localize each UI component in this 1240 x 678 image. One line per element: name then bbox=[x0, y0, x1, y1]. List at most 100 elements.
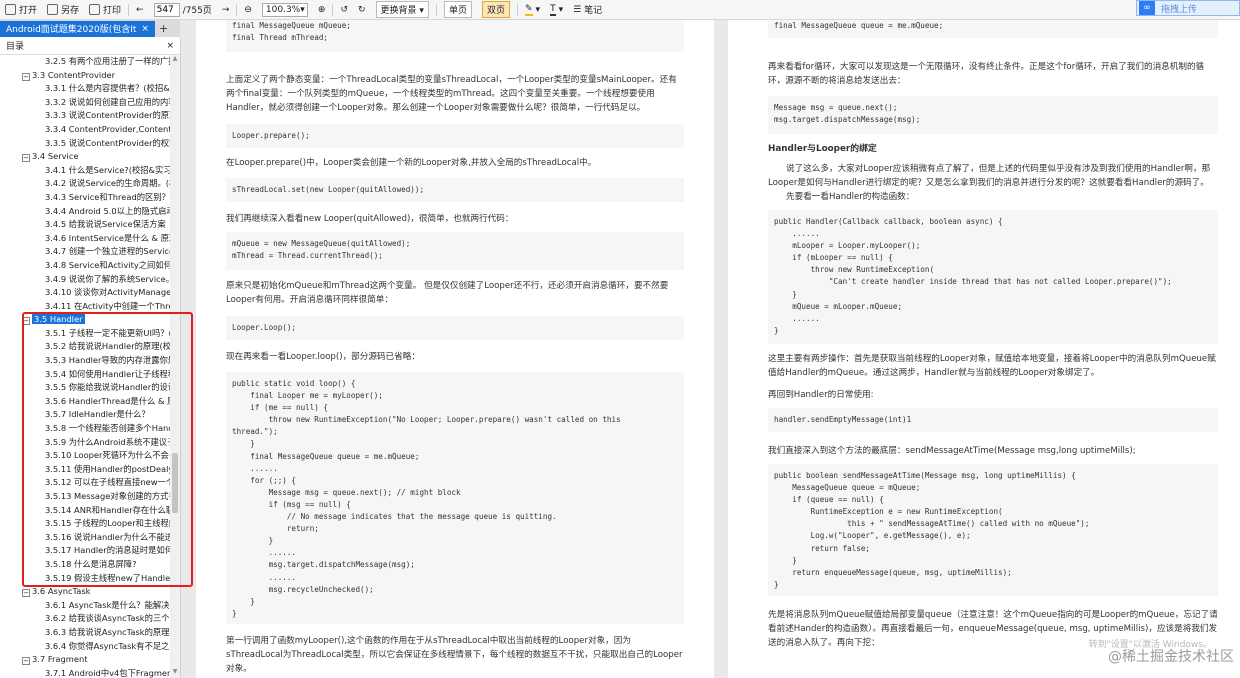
toc-item[interactable]: 3.4.9 说说你了解的系统Service。 bbox=[0, 273, 170, 287]
collapse-icon[interactable]: − bbox=[22, 589, 30, 598]
toc-item[interactable]: 3.7.1 Android中v4包下Fragment bbox=[0, 667, 170, 678]
toc-item[interactable]: 3.5.3 Handler导致的内存泄露你是 bbox=[0, 354, 170, 368]
toc-item[interactable]: 3.6.4 你觉得AsyncTask有不足之处 bbox=[0, 640, 170, 654]
text-color-button[interactable]: T ▾ bbox=[545, 0, 568, 20]
change-background-select[interactable]: 更换背景 ▾ bbox=[375, 1, 429, 18]
toc-item-label: 3.4.6 IntentService是什么 & 原理 bbox=[45, 232, 170, 243]
toc-item[interactable]: 3.4.8 Service和Activity之间如何通 bbox=[0, 259, 170, 273]
scroll-down-icon[interactable]: ▼ bbox=[170, 668, 180, 678]
toc-item[interactable]: 3.3.3 说说ContentProvider的原理 bbox=[0, 109, 170, 123]
toc-item-label: 3.7 Fragment bbox=[32, 654, 88, 665]
toc-item[interactable]: 3.3.1 什么是内容提供者？(校招&实 bbox=[0, 82, 170, 96]
toc-section[interactable]: −3.3 ContentProvider bbox=[0, 69, 170, 83]
toc-item[interactable]: 3.4.10 谈谈你对ActivityManager的 bbox=[0, 286, 170, 300]
zoom-out-button[interactable]: ⊖ bbox=[239, 0, 257, 20]
toc-item[interactable]: 3.6.1 AsyncTask是什么？能解决什 bbox=[0, 599, 170, 613]
toc-item[interactable]: 3.5.18 什么是消息屏障? bbox=[0, 558, 170, 572]
toc-item[interactable]: 3.5.1 子线程一定不能更新UI吗？( bbox=[0, 327, 170, 341]
tab-document[interactable]: Android面试题集2020版(包含It × bbox=[0, 20, 155, 37]
toc-item[interactable]: 3.4.3 Service和Thread的区别？(校 bbox=[0, 191, 170, 205]
print-button[interactable]: 打印 bbox=[84, 0, 126, 20]
toc-scrollbar[interactable]: ▲ ▼ bbox=[170, 55, 180, 678]
toc-item[interactable]: 3.4.11 在Activity中创建一个Thread bbox=[0, 300, 170, 314]
toc-item-label: 3.4.8 Service和Activity之间如何通 bbox=[45, 259, 170, 270]
toc-item[interactable]: 3.5.7 IdleHandler是什么？ bbox=[0, 408, 170, 422]
toc-item[interactable]: 3.5.14 ANR和Handler存在什么联系 bbox=[0, 504, 170, 518]
toc-item-label: 3.7.1 Android中v4包下Fragment bbox=[45, 667, 170, 678]
toc-item[interactable]: 3.5.19 假设主线程new了Handler bbox=[0, 572, 170, 586]
toc-item[interactable]: 3.2.5 有两个应用注册了一样的广播 bbox=[0, 55, 170, 69]
single-page-button[interactable]: 单页 bbox=[443, 1, 472, 18]
toc-item[interactable]: 3.5.17 Handler的消息延时是如何 bbox=[0, 544, 170, 558]
toc-item[interactable]: 3.4.2 说说Service的生命周期。(校 bbox=[0, 177, 170, 191]
toc-section[interactable]: −3.5 Handler bbox=[0, 313, 170, 327]
page-left: final MessageQueue mQueue; final Thread … bbox=[196, 20, 714, 678]
toc-item-label: 3.5.3 Handler导致的内存泄露你是 bbox=[45, 355, 170, 366]
toc-item-label: 3.6.3 给我说说AsyncTask的原理。 bbox=[45, 626, 170, 637]
toc-item-label: 3.5.6 HandlerThread是什么 & 原 bbox=[45, 395, 170, 406]
toc-item[interactable]: 3.4.6 IntentService是什么 & 原理 bbox=[0, 232, 170, 246]
toc-item-label: 3.5.12 可以在子线程直接new一个 bbox=[45, 477, 170, 488]
toc-item-label: 3.4.9 说说你了解的系统Service。 bbox=[45, 273, 170, 284]
new-tab-button[interactable]: + bbox=[159, 22, 168, 35]
collapse-icon[interactable]: − bbox=[22, 657, 30, 666]
toc-item-label: 3.3.2 说说如何创建自己应用的内容 bbox=[45, 96, 170, 107]
toc-item-label: 3.3.1 什么是内容提供者？(校招&实 bbox=[45, 83, 170, 94]
toc-item[interactable]: 3.5.6 HandlerThread是什么 & 原 bbox=[0, 395, 170, 409]
next-page-button[interactable]: → bbox=[217, 0, 235, 20]
toc-item[interactable]: 3.3.4 ContentProvider,ContentRe bbox=[0, 123, 170, 137]
toc-item-label: 3.5.16 说说Handler为什么不能进行 bbox=[45, 531, 170, 542]
code-block: public boolean sendMessageAtTime(Message… bbox=[768, 464, 1218, 596]
arrow-left-icon: ← bbox=[136, 4, 144, 15]
code-block: public static void loop() { final Looper… bbox=[226, 372, 684, 624]
toc-item[interactable]: 3.6.3 给我说说AsyncTask的原理。 bbox=[0, 626, 170, 640]
save-as-button[interactable]: 另存 bbox=[42, 0, 84, 20]
open-button[interactable]: 打开 bbox=[0, 0, 42, 20]
toc-item[interactable]: 3.4.1 什么是Service?(校招&实习) bbox=[0, 164, 170, 178]
scroll-up-icon[interactable]: ▲ bbox=[170, 55, 180, 65]
toc-section[interactable]: −3.6 AsyncTask bbox=[0, 585, 170, 599]
toc-section[interactable]: −3.7 Fragment bbox=[0, 653, 170, 667]
toc-item[interactable]: 3.5.2 给我说说Handler的原理(校招 bbox=[0, 340, 170, 354]
toc-item[interactable]: 3.5.15 子线程的Looper和主线程的 bbox=[0, 517, 170, 531]
toc-item[interactable]: 3.3.2 说说如何创建自己应用的内容 bbox=[0, 96, 170, 110]
toc-item[interactable]: 3.6.2 给我谈谈AsyncTask的三个泛 bbox=[0, 612, 170, 626]
note-button[interactable]: ☰ 笔记 bbox=[568, 0, 607, 20]
toc-item[interactable]: 3.5.10 Looper死循环为什么不会导 bbox=[0, 449, 170, 463]
toc-item-label: 3.4.4 Android 5.0以上的隐式启动 bbox=[45, 205, 170, 216]
toc-item[interactable]: 3.5.5 你能给我说说Handler的设计 bbox=[0, 381, 170, 395]
toc-item[interactable]: 3.3.5 说说ContentProvider的权限 bbox=[0, 137, 170, 151]
collapse-icon[interactable]: − bbox=[22, 317, 30, 326]
highlight-button[interactable]: ✎ ▾ bbox=[520, 0, 545, 20]
zoom-select[interactable]: 100.3% ▾ bbox=[261, 2, 308, 17]
toc-item[interactable]: 3.5.16 说说Handler为什么不能进行 bbox=[0, 531, 170, 545]
toc-item[interactable]: 3.5.9 为什么Android系统不建议子 bbox=[0, 436, 170, 450]
code-block: Looper.Loop(); bbox=[226, 316, 684, 340]
close-icon[interactable]: × bbox=[141, 24, 149, 34]
collapse-icon[interactable]: − bbox=[22, 72, 30, 81]
rotate-left-button[interactable]: ↺ bbox=[335, 0, 353, 20]
zoom-in-button[interactable]: ⊕ bbox=[313, 0, 331, 20]
toc-item[interactable]: 3.5.4 如何使用Handler让子线程和 bbox=[0, 368, 170, 382]
toc-item[interactable]: 3.5.11 使用Handler的postDealy( bbox=[0, 463, 170, 477]
close-icon[interactable]: × bbox=[166, 41, 174, 51]
toc-item[interactable]: 3.4.7 创建一个独立进程的Service bbox=[0, 245, 170, 259]
toc-item-label: 3.5 Handler bbox=[32, 314, 85, 325]
drag-upload-area[interactable]: ∞ 拖拽上传 bbox=[1136, 0, 1240, 16]
toc-section[interactable]: −3.4 Service bbox=[0, 150, 170, 164]
toc-item[interactable]: 3.5.8 一个线程能否创建多个Hand bbox=[0, 422, 170, 436]
scroll-thumb[interactable] bbox=[172, 453, 178, 513]
toc-item[interactable]: 3.4.4 Android 5.0以上的隐式启动 bbox=[0, 205, 170, 219]
toc-item-label: 3.4.11 在Activity中创建一个Thread bbox=[45, 300, 170, 311]
page-number-input[interactable] bbox=[153, 2, 180, 17]
prev-page-button[interactable]: ← bbox=[131, 0, 149, 20]
toc-item[interactable]: 3.5.13 Message对象创建的方式有 bbox=[0, 490, 170, 504]
toc-item-label: 3.5.14 ANR和Handler存在什么联系 bbox=[45, 504, 170, 515]
collapse-icon[interactable]: − bbox=[22, 154, 30, 163]
double-page-button[interactable]: 双页 bbox=[481, 1, 510, 18]
toc-item[interactable]: 3.4.5 给我说说Service保活方案 bbox=[0, 218, 170, 232]
toc-item[interactable]: 3.5.12 可以在子线程直接new一个 bbox=[0, 476, 170, 490]
rotate-right-icon: ↻ bbox=[358, 4, 366, 15]
toc-item-label: 3.3.4 ContentProvider,ContentRe bbox=[45, 123, 170, 134]
rotate-right-button[interactable]: ↻ bbox=[353, 0, 371, 20]
